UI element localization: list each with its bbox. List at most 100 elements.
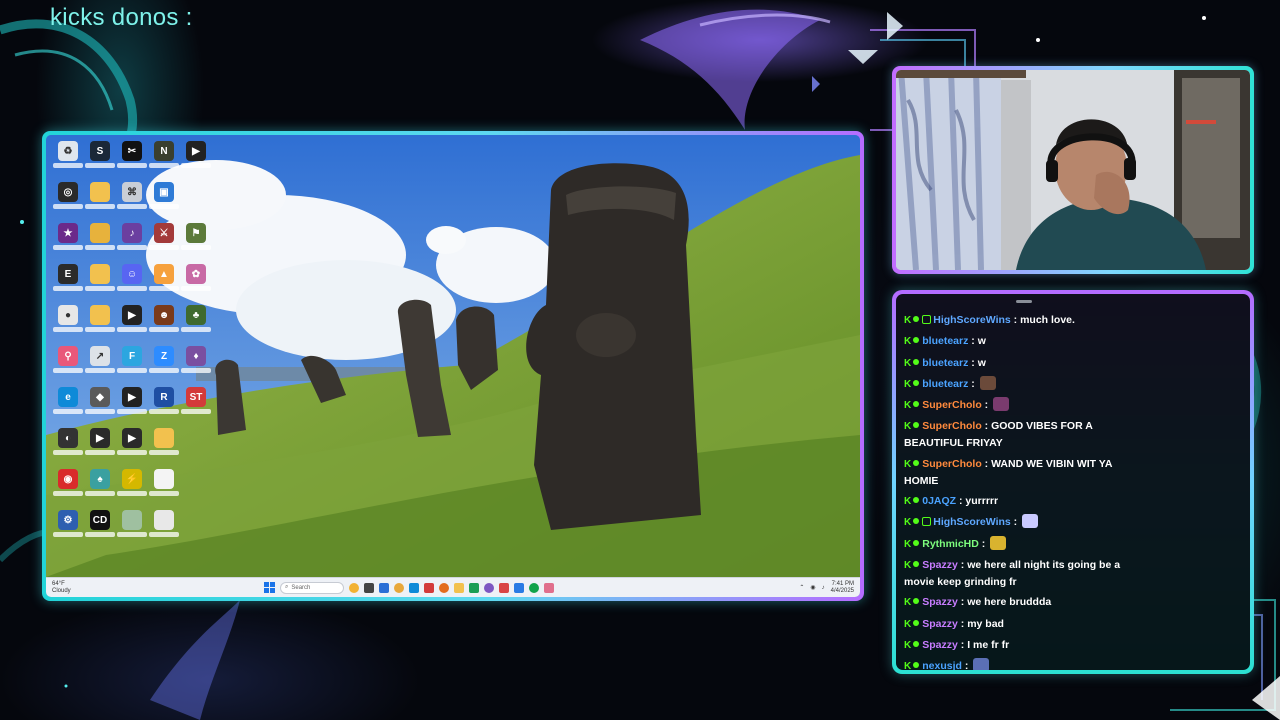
chat-username[interactable]: bluetearz xyxy=(922,335,968,347)
chat-username[interactable]: bluetearz xyxy=(922,378,968,390)
desktop-shortcut[interactable]: ⚡ xyxy=(116,469,148,510)
chat-username[interactable]: HighScoreWins xyxy=(933,314,1011,326)
desktop-capture: ♻ S ✂ N ▶ ◎ ⌘ ▣ ★ ♪ ⚔ ⚑ E ☺ ▲ ✿ ● ▶ ☻ ♣ ⚲ ↗ F Z ♦ e ◆ ▶ R ST ◐ ▶ ▶ ◉ ♠ ⚡ ⚙ CD… xyxy=(46,135,860,597)
chat-message: K Spazzy : we here all night its going be… xyxy=(904,557,1140,590)
desktop-shortcut[interactable]: ◆ xyxy=(84,387,116,428)
desktop-shortcut-label xyxy=(181,286,211,291)
chat-username[interactable]: Spazzy xyxy=(922,639,958,651)
desktop-shortcut-label xyxy=(53,450,83,455)
desktop-shortcut[interactable] xyxy=(148,469,180,510)
taskbar-app-icon[interactable] xyxy=(424,582,434,593)
desktop-shortcut[interactable]: ★ xyxy=(52,223,84,264)
desktop-shortcut[interactable]: R xyxy=(148,387,180,428)
desktop-shortcut[interactable]: ▣ xyxy=(148,182,180,223)
desktop-shortcut[interactable]: S xyxy=(84,141,116,182)
taskbar-app-icon[interactable] xyxy=(529,582,539,593)
desktop-shortcut[interactable] xyxy=(84,182,116,223)
desktop-shortcut[interactable]: CD xyxy=(84,510,116,551)
taskbar-app-icon[interactable] xyxy=(484,582,494,593)
desktop-shortcut[interactable] xyxy=(84,264,116,305)
taskbar-app-icon[interactable] xyxy=(409,582,419,593)
live-badge-icon xyxy=(913,619,920,626)
taskbar-app-icon[interactable] xyxy=(349,582,359,593)
kick-badge-icon: K xyxy=(904,597,912,609)
desktop-shortcut[interactable]: ♦ xyxy=(180,346,212,387)
network-icon[interactable]: ◉ xyxy=(810,584,815,591)
chat-separator: : xyxy=(1010,314,1021,326)
desktop-shortcut[interactable]: ♪ xyxy=(116,223,148,264)
chat-username[interactable]: SuperCholo xyxy=(922,420,982,432)
desktop-shortcut[interactable]: e xyxy=(52,387,84,428)
desktop-shortcut[interactable]: N xyxy=(148,141,180,182)
chat-username[interactable]: bluetearz xyxy=(922,357,968,369)
desktop-shortcut[interactable]: ST xyxy=(180,387,212,428)
chat-username[interactable]: SuperCholo xyxy=(922,458,982,470)
desktop-shortcut[interactable]: ↗ xyxy=(84,346,116,387)
taskbar-app-icon[interactable] xyxy=(394,582,404,593)
chat-username[interactable]: RythmicHD xyxy=(922,538,979,550)
desktop-shortcut[interactable]: F xyxy=(116,346,148,387)
desktop-shortcut[interactable]: ◐ xyxy=(52,428,84,469)
desktop-shortcut-label xyxy=(117,286,147,291)
chat-message: K Spazzy : I me fr fr xyxy=(904,637,1140,654)
chat-username[interactable]: Spazzy xyxy=(922,559,958,571)
desktop-shortcut[interactable]: ▲ xyxy=(148,264,180,305)
taskbar-search[interactable]: ⌕ Search xyxy=(280,581,344,594)
chat-username[interactable]: SuperCholo xyxy=(922,399,982,411)
chat-username[interactable]: Spazzy xyxy=(922,596,958,608)
desktop-shortcut[interactable]: ▶ xyxy=(180,141,212,182)
desktop-shortcut[interactable]: ♠ xyxy=(84,469,116,510)
kick-badge-icon: K xyxy=(904,517,912,529)
taskbar-app-icon[interactable] xyxy=(364,582,374,593)
desktop-shortcut[interactable]: ✂ xyxy=(116,141,148,182)
desktop-shortcut[interactable]: Z xyxy=(148,346,180,387)
chat-username[interactable]: Spazzy xyxy=(922,618,958,630)
volume-icon[interactable]: ♪ xyxy=(822,585,825,591)
desktop-shortcut[interactable]: ▶ xyxy=(116,305,148,346)
desktop-shortcut[interactable]: ▶ xyxy=(84,428,116,469)
desktop-shortcut[interactable]: ▶ xyxy=(116,428,148,469)
desktop-shortcut[interactable]: ● xyxy=(52,305,84,346)
taskbar-app-icon[interactable] xyxy=(514,582,524,593)
desktop-shortcut-label xyxy=(149,491,179,496)
supermarket-game-icon: ST xyxy=(186,387,206,407)
desktop-shortcut[interactable] xyxy=(84,223,116,264)
taskbar-app-icon[interactable] xyxy=(439,582,449,593)
desktop-shortcut[interactable]: ◉ xyxy=(52,469,84,510)
desktop-shortcut[interactable]: ⌘ xyxy=(116,182,148,223)
start-button[interactable] xyxy=(264,582,275,593)
chat-message: K 0JAQZ : yurrrrr xyxy=(904,493,1140,510)
desktop-shortcut[interactable]: ♣ xyxy=(180,305,212,346)
desktop-shortcut[interactable]: ⚔ xyxy=(148,223,180,264)
desktop-shortcut[interactable]: ⚙ xyxy=(52,510,84,551)
weather-widget[interactable]: 64°F Cloudy xyxy=(52,581,92,595)
desktop-shortcut[interactable]: ⚑ xyxy=(180,223,212,264)
taskbar-clock[interactable]: 7:41 PM 4/4/2025 xyxy=(831,581,854,595)
taskbar-app-icon[interactable] xyxy=(469,582,479,593)
desktop-shortcut[interactable] xyxy=(148,510,180,551)
chat-username[interactable]: nexusjd xyxy=(922,660,962,670)
desktop-shortcut[interactable]: ☻ xyxy=(148,305,180,346)
folder-icon xyxy=(90,264,110,284)
desktop-shortcut[interactable]: ♻ xyxy=(52,141,84,182)
chat-username[interactable]: HighScoreWins xyxy=(933,516,1011,528)
desktop-shortcut[interactable]: ☺ xyxy=(116,264,148,305)
desktop-shortcut[interactable] xyxy=(148,428,180,469)
taskbar-app-icon[interactable] xyxy=(379,582,389,593)
desktop-shortcut[interactable]: ✿ xyxy=(180,264,212,305)
desktop-shortcut[interactable] xyxy=(84,305,116,346)
desktop-shortcut-label xyxy=(117,163,147,168)
tray-chevron-icon[interactable]: ⌃ xyxy=(799,584,804,591)
desktop-shortcut[interactable]: E xyxy=(52,264,84,305)
live-badge-icon xyxy=(913,337,920,344)
epic-games-icon: E xyxy=(58,264,78,284)
desktop-shortcut[interactable]: ▶ xyxy=(116,387,148,428)
desktop-shortcut[interactable]: ◎ xyxy=(52,182,84,223)
kick-badge-icon: K xyxy=(904,421,912,433)
taskbar-app-icon[interactable] xyxy=(499,582,509,593)
desktop-shortcut[interactable]: ⚲ xyxy=(52,346,84,387)
taskbar-app-icon[interactable] xyxy=(454,582,464,593)
chat-username[interactable]: 0JAQZ xyxy=(922,495,956,507)
taskbar-app-icon[interactable] xyxy=(544,582,554,593)
desktop-shortcut[interactable] xyxy=(116,510,148,551)
